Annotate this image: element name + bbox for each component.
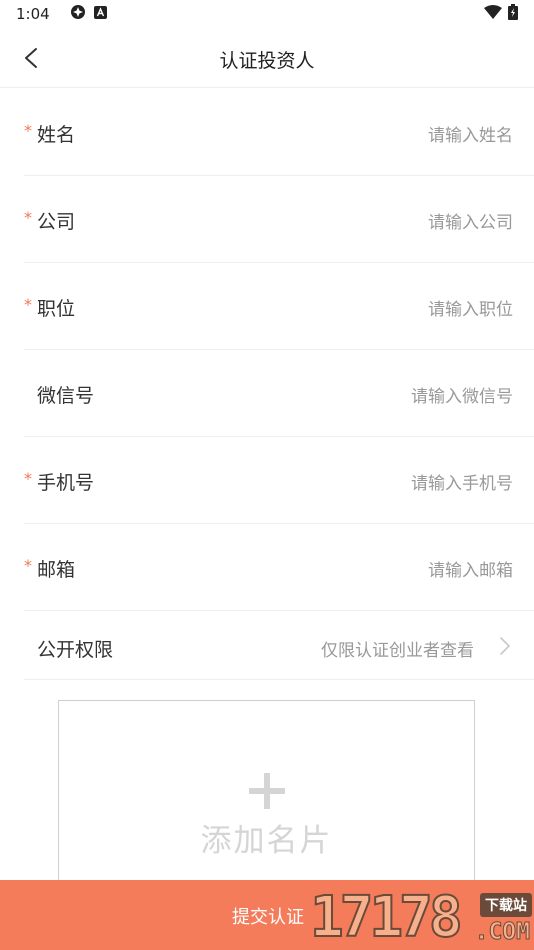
nav-bar: 认证投资人 bbox=[0, 28, 534, 88]
chevron-right-icon bbox=[500, 637, 510, 655]
page-title: 认证投资人 bbox=[219, 50, 315, 72]
add-card-label: 添加名片 bbox=[200, 823, 333, 859]
required-mark: * bbox=[24, 295, 32, 314]
position-input[interactable]: 请输入职位 bbox=[428, 295, 513, 320]
submit-label: 提交认证 bbox=[232, 907, 304, 928]
status-bar-right bbox=[484, 4, 518, 24]
field-label: 公司 bbox=[37, 211, 76, 233]
name-input[interactable]: 请输入姓名 bbox=[428, 121, 513, 146]
email-input[interactable]: 请输入邮箱 bbox=[428, 556, 513, 581]
watermark-badge: 下载站 bbox=[480, 893, 532, 917]
phone-input[interactable]: 请输入手机号 bbox=[411, 469, 513, 494]
field-label: 职位 bbox=[37, 298, 76, 320]
field-label: 微信号 bbox=[37, 385, 95, 407]
company-input[interactable]: 请输入公司 bbox=[428, 208, 513, 233]
plus-icon bbox=[249, 773, 285, 809]
field-label: 公开权限 bbox=[37, 639, 114, 661]
phone-field[interactable]: * 手机号 请输入手机号 bbox=[24, 437, 534, 524]
watermark-digits: 17178 bbox=[309, 885, 464, 950]
field-label: 姓名 bbox=[37, 124, 76, 146]
wechat-field[interactable]: 微信号 请输入微信号 bbox=[24, 350, 534, 437]
field-label: 手机号 bbox=[37, 472, 95, 494]
required-mark: * bbox=[24, 469, 32, 488]
watermark-logo: 17178 下载站 .COM bbox=[309, 885, 534, 950]
status-time: 1:04 bbox=[16, 5, 50, 23]
email-field[interactable]: * 邮箱 请输入邮箱 bbox=[24, 524, 534, 611]
company-field[interactable]: * 公司 请输入公司 bbox=[24, 176, 534, 263]
permission-value: 仅限认证创业者查看 bbox=[321, 641, 474, 661]
field-label: 邮箱 bbox=[37, 559, 76, 581]
position-field[interactable]: * 职位 请输入职位 bbox=[24, 263, 534, 350]
add-business-card-button[interactable]: 添加名片 bbox=[58, 700, 475, 880]
required-mark: * bbox=[24, 556, 32, 575]
required-mark: * bbox=[24, 121, 32, 140]
battery-icon bbox=[508, 4, 518, 24]
name-field[interactable]: * 姓名 请输入姓名 bbox=[24, 89, 534, 176]
status-bar-left: 1:04 bbox=[16, 4, 107, 24]
wifi-icon bbox=[484, 5, 502, 23]
investor-form: * 姓名 请输入姓名 * 公司 请输入公司 * 职位 请输入职位 微信号 请输入… bbox=[0, 89, 534, 680]
watermark-domain: .COM bbox=[474, 919, 530, 946]
status-bar: 1:04 bbox=[0, 0, 534, 28]
required-mark: * bbox=[24, 208, 32, 227]
settings-icon bbox=[70, 4, 86, 24]
visibility-permission-row[interactable]: 公开权限 仅限认证创业者查看 bbox=[24, 611, 534, 680]
wechat-input[interactable]: 请输入微信号 bbox=[411, 382, 513, 407]
a-notification-icon bbox=[93, 5, 107, 23]
